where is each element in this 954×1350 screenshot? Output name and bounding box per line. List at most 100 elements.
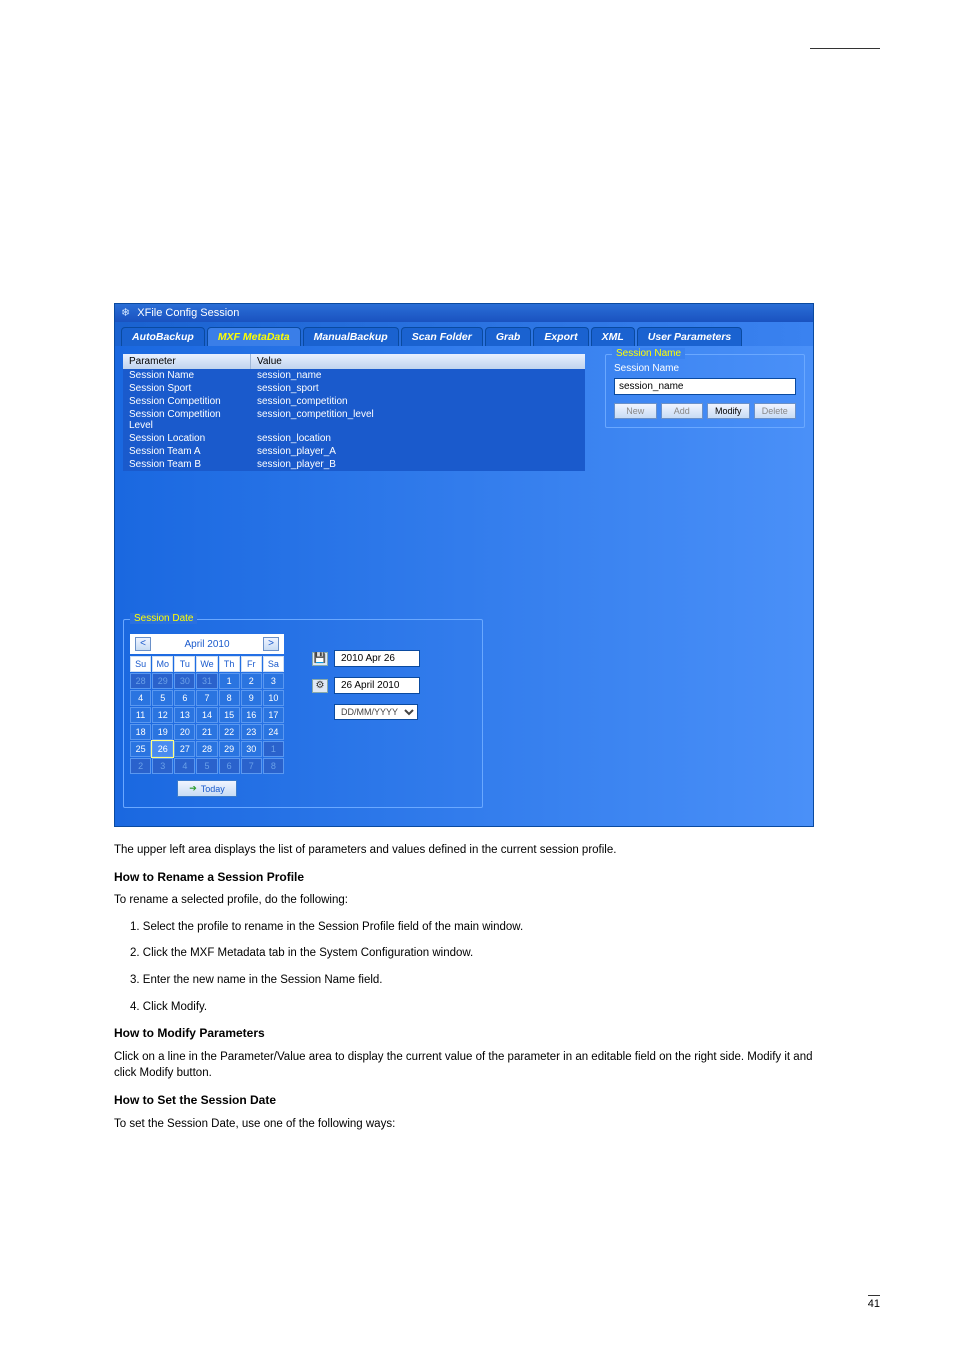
calendar-day[interactable]: 4 (174, 758, 195, 774)
calendar-day[interactable]: 4 (130, 690, 151, 706)
calendar-day[interactable]: 22 (219, 724, 240, 740)
calendar-day[interactable]: 2 (130, 758, 151, 774)
calendar-day[interactable]: 3 (152, 758, 173, 774)
col-parameter: Parameter (123, 354, 251, 369)
month-label: April 2010 (184, 639, 229, 650)
save-icon[interactable]: 💾 (312, 652, 328, 666)
prev-month-button[interactable]: < (135, 637, 151, 651)
calendar-day[interactable]: 1 (219, 673, 240, 689)
step-4: 4. Click Modify. (130, 999, 814, 1016)
param-value: session_location (251, 432, 585, 445)
calendar-day[interactable]: 6 (219, 758, 240, 774)
calendar[interactable]: < April 2010 > SuMoTuWeThFrSa28293031123… (130, 634, 284, 797)
tab-scan-folder[interactable]: Scan Folder (401, 327, 483, 346)
setdate-paragraph: To set the Session Date, use one of the … (114, 1116, 814, 1133)
tab-grab[interactable]: Grab (485, 327, 532, 346)
calendar-day[interactable]: 26 (152, 741, 173, 757)
heading-modify: How to Modify Parameters (114, 1025, 814, 1042)
calendar-dow: Tu (174, 656, 195, 672)
tab-user-parameters[interactable]: User Parameters (637, 327, 742, 346)
calendar-day[interactable]: 23 (241, 724, 262, 740)
new-button[interactable]: New (614, 403, 657, 419)
delete-button[interactable]: Delete (754, 403, 797, 419)
calendar-day[interactable]: 29 (219, 741, 240, 757)
calendar-day[interactable]: 8 (263, 758, 284, 774)
modify-button[interactable]: Modify (707, 403, 750, 419)
calendar-day[interactable]: 5 (196, 758, 217, 774)
parameter-table-header: Parameter Value (123, 354, 585, 369)
add-button[interactable]: Add (661, 403, 704, 419)
calendar-day[interactable]: 12 (152, 707, 173, 723)
calendar-day[interactable]: 1 (263, 741, 284, 757)
calendar-day[interactable]: 11 (130, 707, 151, 723)
calendar-day[interactable]: 24 (263, 724, 284, 740)
calendar-day[interactable]: 17 (263, 707, 284, 723)
calendar-day[interactable]: 14 (196, 707, 217, 723)
calendar-day[interactable]: 3 (263, 673, 284, 689)
tab-xml[interactable]: XML (591, 327, 635, 346)
calendar-day[interactable]: 13 (174, 707, 195, 723)
session-name-input[interactable] (614, 378, 796, 395)
table-row[interactable]: Session Locationsession_location (123, 432, 585, 445)
arrow-right-icon: ➔ (189, 783, 197, 794)
calendar-day[interactable]: 7 (196, 690, 217, 706)
calendar-day[interactable]: 19 (152, 724, 173, 740)
tab-manualbackup[interactable]: ManualBackup (303, 327, 399, 346)
settings-icon[interactable]: ⚙ (312, 679, 328, 693)
calendar-day[interactable]: 8 (219, 690, 240, 706)
date-display-1: 2010 Apr 26 (334, 650, 420, 667)
calendar-day[interactable]: 20 (174, 724, 195, 740)
tab-export[interactable]: Export (533, 327, 588, 346)
document-body: The upper left area displays the list of… (114, 842, 814, 1142)
param-name: Session Team B (123, 458, 251, 471)
calendar-day[interactable]: 21 (196, 724, 217, 740)
calendar-day[interactable]: 6 (174, 690, 195, 706)
table-row[interactable]: Session Competitionsession_competition (123, 395, 585, 408)
heading-rename: How to Rename a Session Profile (114, 869, 814, 886)
step-1: 1. Select the profile to rename in the S… (130, 919, 814, 936)
calendar-day[interactable]: 28 (196, 741, 217, 757)
table-row[interactable]: Session Team Asession_player_A (123, 445, 585, 458)
calendar-day[interactable]: 31 (196, 673, 217, 689)
col-value: Value (251, 354, 585, 369)
table-row[interactable]: Session Competition Levelsession_competi… (123, 408, 585, 432)
window-title: XFile Config Session (137, 307, 239, 319)
calendar-day[interactable]: 29 (152, 673, 173, 689)
param-value: session_sport (251, 382, 585, 395)
table-row[interactable]: Session Namesession_name (123, 369, 585, 382)
calendar-day[interactable]: 30 (241, 741, 262, 757)
date-format-select[interactable]: DD/MM/YYYY (334, 704, 418, 720)
calendar-dow: Sa (263, 656, 284, 672)
titlebar: ❄ XFile Config Session (115, 304, 813, 322)
tab-autobackup[interactable]: AutoBackup (121, 327, 205, 346)
session-name-group: Session Name Session Name NewAddModifyDe… (605, 354, 805, 428)
table-row[interactable]: Session Sportsession_sport (123, 382, 585, 395)
calendar-day[interactable]: 7 (241, 758, 262, 774)
next-month-button[interactable]: > (263, 637, 279, 651)
calendar-day[interactable]: 9 (241, 690, 262, 706)
param-value: session_player_B (251, 458, 585, 471)
param-name: Session Competition (123, 395, 251, 408)
content-area: Parameter Value Session Namesession_name… (115, 346, 813, 826)
calendar-day[interactable]: 5 (152, 690, 173, 706)
session-date-group: Session Date < April 2010 > SuMoTuWeThFr… (123, 619, 483, 808)
calendar-day[interactable]: 18 (130, 724, 151, 740)
calendar-day[interactable]: 28 (130, 673, 151, 689)
tab-mxf-metadata[interactable]: MXF MetaData (207, 327, 301, 346)
calendar-day[interactable]: 10 (263, 690, 284, 706)
calendar-day[interactable]: 16 (241, 707, 262, 723)
calendar-day[interactable]: 25 (130, 741, 151, 757)
calendar-day[interactable]: 15 (219, 707, 240, 723)
param-value: session_name (251, 369, 585, 382)
calendar-day[interactable]: 30 (174, 673, 195, 689)
intro-paragraph: The upper left area displays the list of… (114, 842, 814, 859)
param-name: Session Name (123, 369, 251, 382)
param-value: session_competition_level (251, 408, 585, 432)
today-button[interactable]: ➔ Today (177, 780, 237, 797)
param-name: Session Team A (123, 445, 251, 458)
calendar-day[interactable]: 27 (174, 741, 195, 757)
calendar-day[interactable]: 2 (241, 673, 262, 689)
calendar-dow: Th (219, 656, 240, 672)
header-line (810, 48, 880, 51)
table-row[interactable]: Session Team Bsession_player_B (123, 458, 585, 471)
